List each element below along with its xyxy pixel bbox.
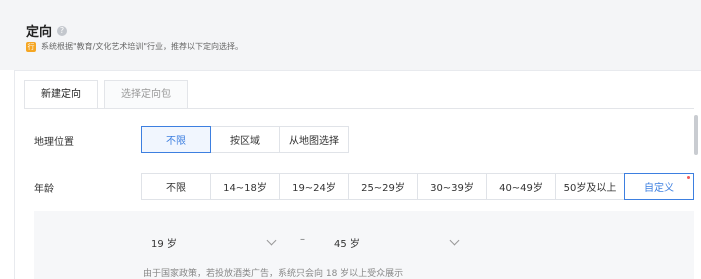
tab-select-package[interactable]: 选择定向包 xyxy=(104,80,188,108)
age-option-custom-label: 自定义 xyxy=(644,183,674,194)
hint-text: 系统根据"教育/文化艺术培训"行业，推荐以下定向选择。 xyxy=(41,42,244,51)
age-options: 不限 14~18岁 19~24岁 25~29岁 30~39岁 40~49岁 50… xyxy=(141,173,694,200)
new-indicator-dot xyxy=(687,176,690,179)
age-option-50-plus[interactable]: 50岁及以上 xyxy=(555,173,625,200)
age-option-unlimited[interactable]: 不限 xyxy=(141,173,211,200)
location-option-by-region[interactable]: 按区域 xyxy=(210,126,280,153)
industry-badge-icon: 行 xyxy=(26,41,36,52)
age-to-select[interactable]: 45 岁 xyxy=(334,231,460,253)
age-option-25-29[interactable]: 25~29岁 xyxy=(348,173,418,200)
chevron-down-icon xyxy=(449,235,460,245)
header-band xyxy=(0,0,701,70)
location-option-by-map[interactable]: 从地图选择 xyxy=(279,126,349,153)
tab-new-targeting[interactable]: 新建定向 xyxy=(24,80,98,109)
age-from-value: 19 岁 xyxy=(151,238,177,250)
age-to-value: 45 岁 xyxy=(334,238,360,250)
location-option-unlimited[interactable]: 不限 xyxy=(141,126,211,153)
vertical-scrollbar[interactable] xyxy=(694,115,698,155)
section-title: 定向 ? xyxy=(26,21,68,40)
targeting-tabs: 新建定向 选择定向包 xyxy=(24,80,194,109)
chevron-down-icon xyxy=(266,235,277,245)
age-label: 年龄 xyxy=(34,184,54,195)
location-label: 地理位置 xyxy=(34,137,74,148)
age-option-40-49[interactable]: 40~49岁 xyxy=(486,173,556,200)
range-separator: – xyxy=(300,234,305,245)
age-from-select[interactable]: 19 岁 xyxy=(151,231,277,253)
help-icon[interactable]: ? xyxy=(57,25,68,36)
tab-divider xyxy=(24,108,694,109)
section-title-text: 定向 xyxy=(26,25,53,40)
age-policy-note: 由于国家政策，若投放酒类广告，系统只会向 18 岁以上受众展示 xyxy=(143,269,404,279)
age-option-14-18[interactable]: 14~18岁 xyxy=(210,173,280,200)
location-options: 不限 按区域 从地图选择 xyxy=(141,126,349,153)
age-option-30-39[interactable]: 30~39岁 xyxy=(417,173,487,200)
age-option-19-24[interactable]: 19~24岁 xyxy=(279,173,349,200)
recommendation-hint: 行 系统根据"教育/文化艺术培训"行业，推荐以下定向选择。 xyxy=(26,41,243,52)
age-option-custom[interactable]: 自定义 xyxy=(624,173,694,200)
